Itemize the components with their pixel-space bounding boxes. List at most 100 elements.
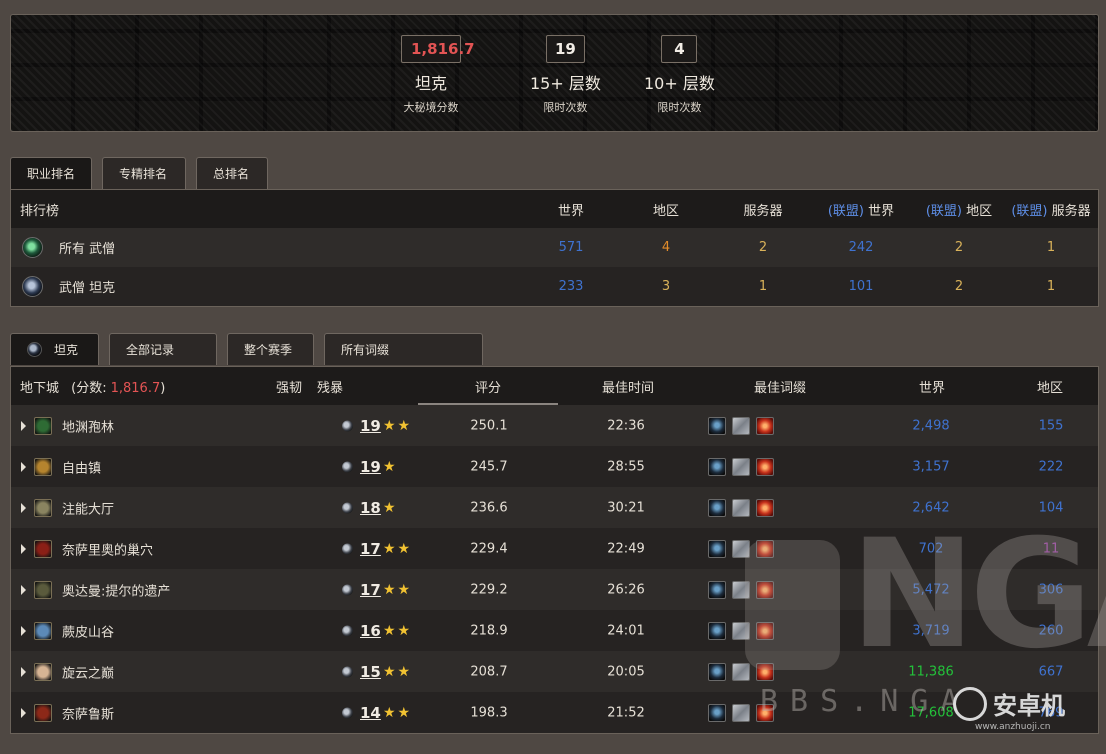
ranking-header: 排行榜 世界 地区 服务器 (联盟) 世界 (联盟) 地区 (联盟) 服务器: [11, 190, 1098, 228]
timed-10-title: 10+ 层数: [644, 74, 715, 93]
expand-arrow-icon[interactable]: [21, 420, 26, 431]
key-level-link[interactable]: 17: [360, 540, 381, 558]
dungeon-icon: [34, 703, 52, 722]
dungeon-label-text: 地下城: [20, 380, 60, 396]
col-best-time[interactable]: 最佳时间: [602, 377, 654, 396]
affix-icon-storming[interactable]: [732, 539, 750, 558]
col-tyrannical[interactable]: 残暴: [317, 377, 343, 396]
run-score: 229.4: [470, 541, 508, 556]
dungeon-world-rank: 2,498: [912, 418, 950, 433]
alliance-tag: (联盟): [827, 203, 864, 219]
affix-icon-thundering[interactable]: [756, 539, 774, 558]
expand-arrow-icon[interactable]: [21, 584, 26, 595]
table-row[interactable]: 旋云之巅 15 ★★ 208.7 20:05 11,386 667: [11, 651, 1098, 692]
tab-all-affixes[interactable]: 所有词缀: [324, 333, 483, 365]
key-level-link[interactable]: 19: [360, 458, 381, 476]
tab-whole-season[interactable]: 整个赛季: [227, 333, 314, 365]
affix-icon-thundering[interactable]: [756, 416, 774, 435]
affix-icon-storming[interactable]: [732, 621, 750, 640]
key-level-link[interactable]: 18: [360, 499, 381, 517]
affix-icon-thundering[interactable]: [756, 703, 774, 722]
affix-icon-tyrannical[interactable]: [708, 621, 726, 640]
tab-overall-ranking[interactable]: 总排名: [196, 157, 268, 189]
expand-arrow-icon[interactable]: [21, 502, 26, 513]
affix-icon-storming[interactable]: [732, 416, 750, 435]
rank-region: 4: [661, 240, 671, 255]
dungeon-name: 地渊孢林: [62, 420, 115, 435]
affix-icon-storming[interactable]: [732, 498, 750, 517]
affix-icon-tyrannical[interactable]: [708, 416, 726, 435]
key-level-link[interactable]: 15: [360, 663, 381, 681]
col-server: 服务器: [743, 203, 783, 219]
run-score: 250.1: [470, 418, 508, 433]
table-row[interactable]: 地渊孢林 19 ★★ 250.1 22:36 2,498 155: [11, 405, 1098, 446]
upgrade-stars: ★: [383, 458, 398, 475]
affix-icon-tyrannical[interactable]: [708, 498, 726, 517]
key-level-link[interactable]: 19: [360, 417, 381, 435]
tab-class-ranking[interactable]: 职业排名: [10, 157, 92, 189]
table-row[interactable]: 注能大厅 18 ★ 236.6 30:21 2,642 104: [11, 487, 1098, 528]
dungeon-region-rank: 104: [1038, 500, 1064, 515]
dungeon-world-rank: 11,386: [908, 664, 954, 679]
table-row[interactable]: 奈萨鲁斯 14 ★★ 198.3 21:52 17,608 769: [11, 692, 1098, 733]
table-row[interactable]: 蕨皮山谷 16 ★★ 218.9 24:01 3,719 260: [11, 610, 1098, 651]
affix-icon-storming[interactable]: [732, 703, 750, 722]
affix-icon-thundering[interactable]: [756, 662, 774, 681]
expand-arrow-icon[interactable]: [21, 461, 26, 472]
profile-banner: 1,816.7 坦克 大秘境分数 19 15+ 层数 限时次数 4 10+ 层数…: [10, 14, 1099, 132]
dungeon-name: 旋云之巅: [62, 666, 115, 681]
table-row[interactable]: 自由镇 19 ★ 245.7 28:55 3,157 222: [11, 446, 1098, 487]
affix-icon-tyrannical[interactable]: [708, 703, 726, 722]
alliance-region-label: 地区: [966, 203, 993, 219]
keystone-icon: [342, 666, 353, 677]
rank-server: 2: [758, 240, 768, 255]
expand-arrow-icon[interactable]: [21, 707, 26, 718]
affix-icon-thundering[interactable]: [756, 498, 774, 517]
affix-icon-thundering[interactable]: [756, 457, 774, 476]
col-dungeon-world[interactable]: 世界: [919, 377, 945, 396]
affix-icon-thundering[interactable]: [756, 580, 774, 599]
ranking-name: 武僧 坦克: [59, 281, 116, 296]
dungeon-name: 注能大厅: [62, 502, 115, 517]
affix-icon-thundering[interactable]: [756, 621, 774, 640]
run-time: 24:01: [607, 623, 645, 638]
affix-icon-tyrannical[interactable]: [708, 662, 726, 681]
dungeon-world-rank: 3,719: [912, 623, 950, 638]
affix-icon-storming[interactable]: [732, 662, 750, 681]
tank-spec-icon: [27, 342, 42, 357]
tab-all-records[interactable]: 全部记录: [109, 333, 217, 365]
timed-15-caption: 限时次数: [543, 101, 588, 114]
dungeon-region-rank: 667: [1038, 664, 1064, 679]
key-level-link[interactable]: 16: [360, 622, 381, 640]
col-world: 世界: [557, 203, 584, 219]
col-score[interactable]: 评分: [475, 377, 501, 396]
key-level-link[interactable]: 14: [360, 704, 381, 722]
run-time: 22:36: [607, 418, 645, 433]
table-row[interactable]: 奈萨里奥的巢穴 17 ★★ 229.4 22:49 702 11: [11, 528, 1098, 569]
dungeon-icon: [34, 416, 52, 435]
table-row[interactable]: 奥达曼:提尔的遗产 17 ★★ 229.2 26:26 5,472 306: [11, 569, 1098, 610]
dungeon-region-rank: 306: [1038, 582, 1064, 597]
affix-icon-tyrannical[interactable]: [708, 457, 726, 476]
affix-icon-tyrannical[interactable]: [708, 539, 726, 558]
col-fortified[interactable]: 强韧: [276, 377, 302, 396]
tab-tank[interactable]: 坦克: [10, 333, 99, 365]
affix-icon-storming[interactable]: [732, 580, 750, 599]
rank-alliance-world: 101: [848, 279, 874, 294]
expand-arrow-icon[interactable]: [21, 666, 26, 677]
key-level-link[interactable]: 17: [360, 581, 381, 599]
expand-arrow-icon[interactable]: [21, 543, 26, 554]
dungeon-region-rank: 11: [1042, 541, 1060, 556]
dungeon-icon: [34, 662, 52, 681]
affix-icon-storming[interactable]: [732, 457, 750, 476]
run-score: 236.6: [470, 500, 508, 515]
dungeon-region-rank: 260: [1038, 623, 1064, 638]
tab-spec-ranking[interactable]: 专精排名: [102, 157, 186, 189]
dungeon-world-rank: 2,642: [912, 500, 950, 515]
dungeon-table: 地下城 (分数: 1,816.7) 强韧 残暴 评分 最佳时间 最佳词缀 世界 地…: [10, 366, 1099, 734]
expand-arrow-icon[interactable]: [21, 625, 26, 636]
dungeon-name: 奈萨鲁斯: [62, 707, 115, 722]
col-dungeon-region[interactable]: 地区: [1037, 377, 1063, 396]
affix-icon-tyrannical[interactable]: [708, 580, 726, 599]
ranking-table: 排行榜 世界 地区 服务器 (联盟) 世界 (联盟) 地区 (联盟) 服务器 所…: [10, 189, 1099, 307]
